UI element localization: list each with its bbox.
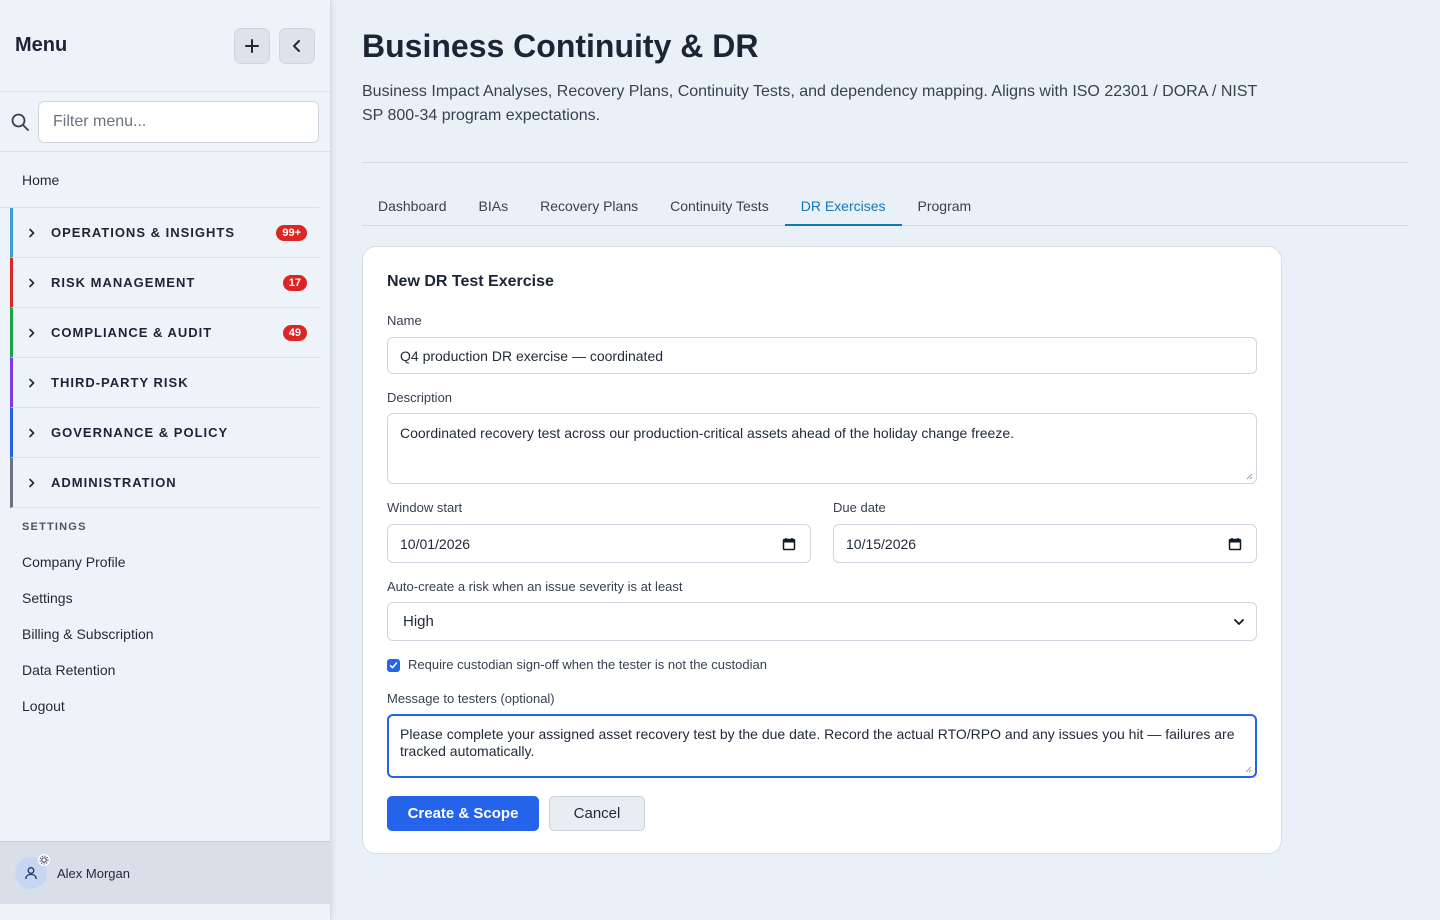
window-start-label: Window start xyxy=(387,500,463,515)
divider xyxy=(362,162,1408,163)
tab-bar: Dashboard BIAs Recovery Plans Continuity Te… xyxy=(362,186,1408,226)
settings-heading: SETTINGS xyxy=(22,521,87,533)
user-name: Alex Morgan xyxy=(57,865,130,881)
chevron-right-icon xyxy=(29,278,35,287)
chevron-left-icon xyxy=(293,39,300,52)
sidebar-group-third-party-risk[interactable]: THIRD-PARTY RISK xyxy=(10,358,319,408)
sidebar-group-compliance-and-audit[interactable]: COMPLIANCE & AUDIT 49 xyxy=(10,308,319,358)
severity-value: High xyxy=(403,613,434,630)
sidebar-group-risk-management[interactable]: RISK MANAGEMENT 17 xyxy=(10,258,319,308)
name-label: Name xyxy=(387,313,422,328)
sidebar-item-home[interactable]: Home xyxy=(0,152,319,208)
chevron-right-icon xyxy=(29,478,35,487)
count-badge: 17 xyxy=(282,274,307,291)
sidebar-group-label: COMPLIANCE & AUDIT xyxy=(51,325,213,340)
signoff-label[interactable]: Require custodian sign-off when the test… xyxy=(408,657,767,672)
page-description: Business Impact Analyses, Recovery Plans… xyxy=(362,83,1257,124)
calendar-icon[interactable] xyxy=(782,537,796,551)
sidebar-item-settings[interactable]: Settings xyxy=(0,580,330,616)
form-title: New DR Test Exercise xyxy=(387,273,554,290)
new-dr-exercise-form: New DR Test Exercise Name Q4 production … xyxy=(362,246,1282,854)
sidebar-group-label: THIRD-PARTY RISK xyxy=(51,375,189,390)
sidebar: Menu Home OPERATIONS & INSIGHTS 99+ RISK M… xyxy=(0,0,331,920)
sidebar-group-governance-and-policy[interactable]: GOVERNANCE & POLICY xyxy=(10,408,319,458)
page-title: Business Continuity & DR xyxy=(362,28,759,64)
collapse-sidebar-button[interactable] xyxy=(279,27,315,64)
due-date-label: Due date xyxy=(833,500,886,515)
resize-handle-icon[interactable] xyxy=(1244,765,1252,773)
filter-menu-input[interactable] xyxy=(38,100,319,143)
sidebar-header: Menu xyxy=(0,0,330,92)
sidebar-group-label: OPERATIONS & INSIGHTS xyxy=(51,225,235,240)
message-value: Please complete your assigned asset reco… xyxy=(400,726,1235,759)
description-textarea[interactable]: Coordinated recovery test across our pro… xyxy=(387,413,1257,484)
sidebar-item-billing-and-subscription[interactable]: Billing & Subscription xyxy=(0,616,330,652)
chevron-right-icon xyxy=(29,228,35,237)
plus-icon xyxy=(245,38,259,53)
create-and-scope-button[interactable]: Create & Scope xyxy=(387,796,539,831)
signoff-checkbox[interactable] xyxy=(387,659,400,672)
due-date-input[interactable]: 10/15/2026 xyxy=(833,524,1257,563)
sidebar-title: Menu xyxy=(15,34,68,56)
severity-label: Auto-create a risk when an issue severit… xyxy=(387,579,683,594)
gear-icon xyxy=(38,854,50,866)
tab-program[interactable]: Program xyxy=(902,186,988,226)
chevron-right-icon xyxy=(29,328,35,337)
sidebar-group-label: ADMINISTRATION xyxy=(51,475,177,490)
message-textarea[interactable]: Please complete your assigned asset reco… xyxy=(387,714,1257,778)
sidebar-item-logout[interactable]: Logout xyxy=(0,688,330,724)
count-badge: 49 xyxy=(282,324,307,341)
sidebar-item-company-profile[interactable]: Company Profile xyxy=(0,544,330,580)
tab-continuity-tests[interactable]: Continuity Tests xyxy=(654,186,785,226)
user-icon xyxy=(25,867,37,880)
description-label: Description xyxy=(387,390,453,405)
sidebar-item-data-retention[interactable]: Data Retention xyxy=(0,652,330,688)
message-label: Message to testers (optional) xyxy=(387,691,555,706)
sidebar-group-operations-and-insights[interactable]: OPERATIONS & INSIGHTS 99+ xyxy=(10,208,319,258)
chevron-right-icon xyxy=(29,428,35,437)
name-value: Q4 production DR exercise — coordinated xyxy=(400,347,664,364)
search-icon xyxy=(11,113,29,131)
calendar-icon[interactable] xyxy=(1228,537,1242,551)
window-start-value: 10/01/2026 xyxy=(400,535,471,552)
sidebar-search xyxy=(0,92,330,152)
sidebar-group-label: GOVERNANCE & POLICY xyxy=(51,425,229,440)
due-date-value: 10/15/2026 xyxy=(846,535,917,552)
user-profile[interactable]: Alex Morgan xyxy=(0,841,330,904)
tab-dashboard[interactable]: Dashboard xyxy=(362,186,463,226)
count-badge: 99+ xyxy=(276,224,307,241)
sidebar-group-label: RISK MANAGEMENT xyxy=(51,275,196,290)
checkmark-icon xyxy=(389,662,398,669)
name-input[interactable]: Q4 production DR exercise — coordinated xyxy=(387,337,1257,374)
avatar[interactable] xyxy=(15,854,50,889)
severity-select[interactable]: High xyxy=(387,602,1257,641)
tab-dr-exercises[interactable]: DR Exercises xyxy=(784,186,902,226)
resize-handle-icon[interactable] xyxy=(1245,472,1253,480)
chevron-right-icon xyxy=(29,378,35,387)
chevron-down-icon xyxy=(1234,619,1244,625)
tab-recovery-plans[interactable]: Recovery Plans xyxy=(524,186,654,226)
cancel-button[interactable]: Cancel xyxy=(549,796,645,831)
description-value: Coordinated recovery test across our pro… xyxy=(400,425,1015,441)
add-button[interactable] xyxy=(234,27,270,64)
window-start-input[interactable]: 10/01/2026 xyxy=(387,524,811,563)
tab-bias[interactable]: BIAs xyxy=(463,186,525,226)
sidebar-group-administration[interactable]: ADMINISTRATION xyxy=(10,458,319,508)
